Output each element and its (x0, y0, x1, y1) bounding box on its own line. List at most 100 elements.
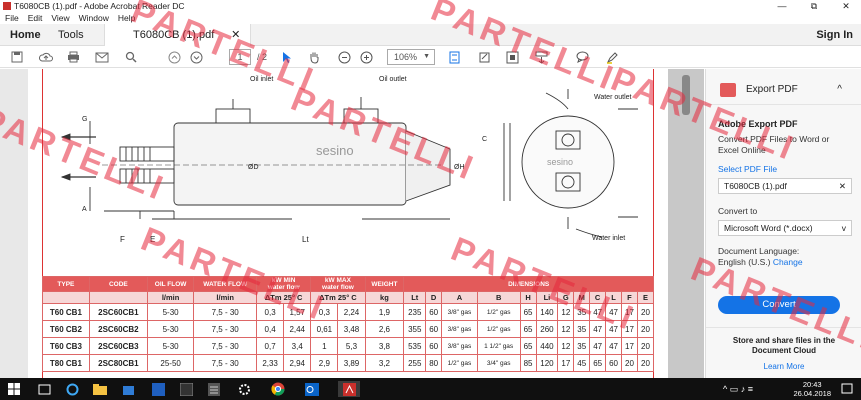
email-icon[interactable] (94, 48, 110, 66)
menu-help[interactable]: Help (118, 12, 135, 24)
spec-table: TYPE CODE OIL FLOW WATER FLOW kW MIN wate… (42, 276, 655, 372)
system-tray-icons[interactable]: ^ ▭ ♪ ≡ (708, 381, 768, 397)
table-cell: 17 (621, 320, 638, 338)
table-cell: 1 1/2" gas (476, 337, 521, 355)
unit-cell: D (425, 291, 443, 304)
menu-edit[interactable]: Edit (28, 12, 43, 24)
document-language-value: English (U.S.) (718, 257, 771, 267)
table-cell: T80 CB1 (42, 354, 90, 372)
sign-in-link[interactable]: Sign In (816, 24, 853, 46)
full-screen-icon[interactable] (504, 48, 520, 66)
select-pdf-file-label[interactable]: Select PDF File (718, 164, 852, 175)
table-cell: 60 (605, 354, 622, 372)
table-cell: 20 (636, 320, 655, 338)
table-cell: 65 (519, 303, 537, 321)
page-total: / 2 (256, 52, 267, 62)
menu-view[interactable]: View (51, 12, 69, 24)
acrobat-taskbar-icon[interactable] (338, 381, 360, 397)
fit-page-icon[interactable] (446, 48, 462, 66)
select-cursor-icon[interactable] (280, 48, 294, 66)
tab-tools[interactable]: Tools (58, 24, 84, 46)
table-cell: 120 (535, 354, 559, 372)
convert-button[interactable]: Convert (718, 296, 840, 314)
zoom-in-icon[interactable] (358, 48, 374, 66)
document-cloud-promo: Store and share files in the Document Cl… (706, 327, 861, 372)
menu-window[interactable]: Window (79, 12, 109, 24)
settings-gear-icon[interactable] (236, 381, 252, 397)
scrollbar-thumb[interactable] (682, 75, 690, 115)
app-dark-icon[interactable] (178, 381, 194, 397)
app-blue-icon[interactable] (150, 381, 166, 397)
ie-browser-icon[interactable] (64, 381, 80, 397)
document-viewer[interactable]: Oil inlet Oil outlet Water outlet Water … (0, 69, 704, 378)
hand-tool-icon[interactable] (306, 48, 322, 66)
highlight-pen-icon[interactable] (604, 48, 620, 66)
print-icon[interactable] (66, 48, 80, 66)
notifications-icon[interactable] (839, 381, 855, 397)
table-cell: 1 (310, 337, 339, 355)
page-number-input[interactable]: 1 (228, 49, 251, 65)
heat-exchanger-drawing: Oil inlet Oil outlet Water outlet Water … (60, 76, 638, 244)
table-cell: 3,48 (337, 320, 366, 338)
taskbar-clock[interactable]: 20:43 26.04.2018 (793, 380, 831, 398)
table-cell: 3,8 (364, 337, 405, 355)
format-select[interactable]: Microsoft Word (*.docx) v (718, 220, 852, 236)
menu-file[interactable]: File (5, 12, 19, 24)
table-cell: 535 (403, 337, 427, 355)
table-cell: 2,24 (337, 303, 366, 321)
search-icon[interactable] (124, 48, 138, 66)
learn-more-link[interactable]: Learn More (706, 362, 861, 372)
kw-min-label: kW MIN (271, 277, 296, 284)
change-language-link[interactable]: Change (773, 257, 803, 267)
close-tab-icon[interactable]: ✕ (231, 24, 240, 46)
file-explorer-icon[interactable] (92, 381, 108, 397)
calculator-icon[interactable] (206, 381, 222, 397)
upload-cloud-icon[interactable] (38, 48, 54, 66)
save-icon[interactable] (10, 48, 24, 66)
page-up-icon[interactable] (166, 48, 182, 66)
table-cell: 20 (636, 303, 655, 321)
task-view-icon[interactable] (36, 381, 52, 397)
table-cell: 85 (519, 354, 537, 372)
selected-file-field[interactable]: T6080CB (1).pdf ✕ (718, 178, 852, 194)
table-cell: 65 (519, 337, 537, 355)
unit-cell: l/min (146, 291, 195, 304)
table-cell: 3,2 (364, 354, 405, 372)
table-cell: 3/4" gas (476, 354, 521, 372)
table-cell: 47 (605, 320, 622, 338)
close-window-button[interactable]: ✕ (831, 0, 861, 12)
table-cell: 47 (605, 337, 622, 355)
store-share-line1: Store and share files in the (732, 336, 836, 345)
kw-min-sub-label: water flow (267, 284, 300, 291)
window-title: T6080CB (1).pdf - Adobe Acrobat Reader D… (14, 1, 185, 11)
header-dimensions: DIMENSIONS (403, 276, 654, 292)
windows-start-icon[interactable] (6, 381, 22, 397)
comment-icon[interactable] (574, 48, 590, 66)
maximize-button[interactable]: ⧉ (799, 0, 829, 12)
export-pdf-header[interactable]: Export PDF ^ (706, 75, 861, 105)
minimize-button[interactable]: — (767, 0, 797, 12)
store-icon[interactable] (120, 381, 136, 397)
outlook-icon[interactable] (304, 381, 320, 397)
unit-cell: Lt (403, 291, 427, 304)
zoom-dropdown[interactable]: 106% ▼ (386, 48, 436, 66)
unit-cell: B (476, 291, 521, 304)
dim-e-label: E (150, 235, 155, 244)
adobe-export-pdf-heading: Adobe Export PDF (718, 119, 798, 129)
scroll-mode-icon[interactable] (532, 48, 550, 66)
page-down-icon[interactable] (188, 48, 204, 66)
spec-table-body: T60 CB1 2SC60CB1 5-30 7,5 - 30 0,3 1,57 0,3 2,2… (42, 303, 655, 372)
chevron-down-icon: ▼ (423, 53, 430, 60)
chrome-icon[interactable] (270, 381, 286, 397)
clear-file-icon[interactable]: ✕ (839, 179, 846, 194)
vertical-scrollbar[interactable] (668, 69, 704, 378)
table-cell: 0,4 (256, 320, 285, 338)
chevron-up-icon[interactable]: ^ (837, 75, 842, 105)
rotate-icon[interactable] (476, 48, 492, 66)
table-cell: 35 (573, 320, 591, 338)
tab-home[interactable]: Home (10, 24, 41, 46)
water-outlet-label: Water outlet (594, 94, 632, 101)
table-cell: 3/8" gas (441, 303, 478, 321)
zoom-out-icon[interactable] (336, 48, 352, 66)
tab-document[interactable]: T6080CB (1).pdf ✕ (104, 24, 252, 46)
